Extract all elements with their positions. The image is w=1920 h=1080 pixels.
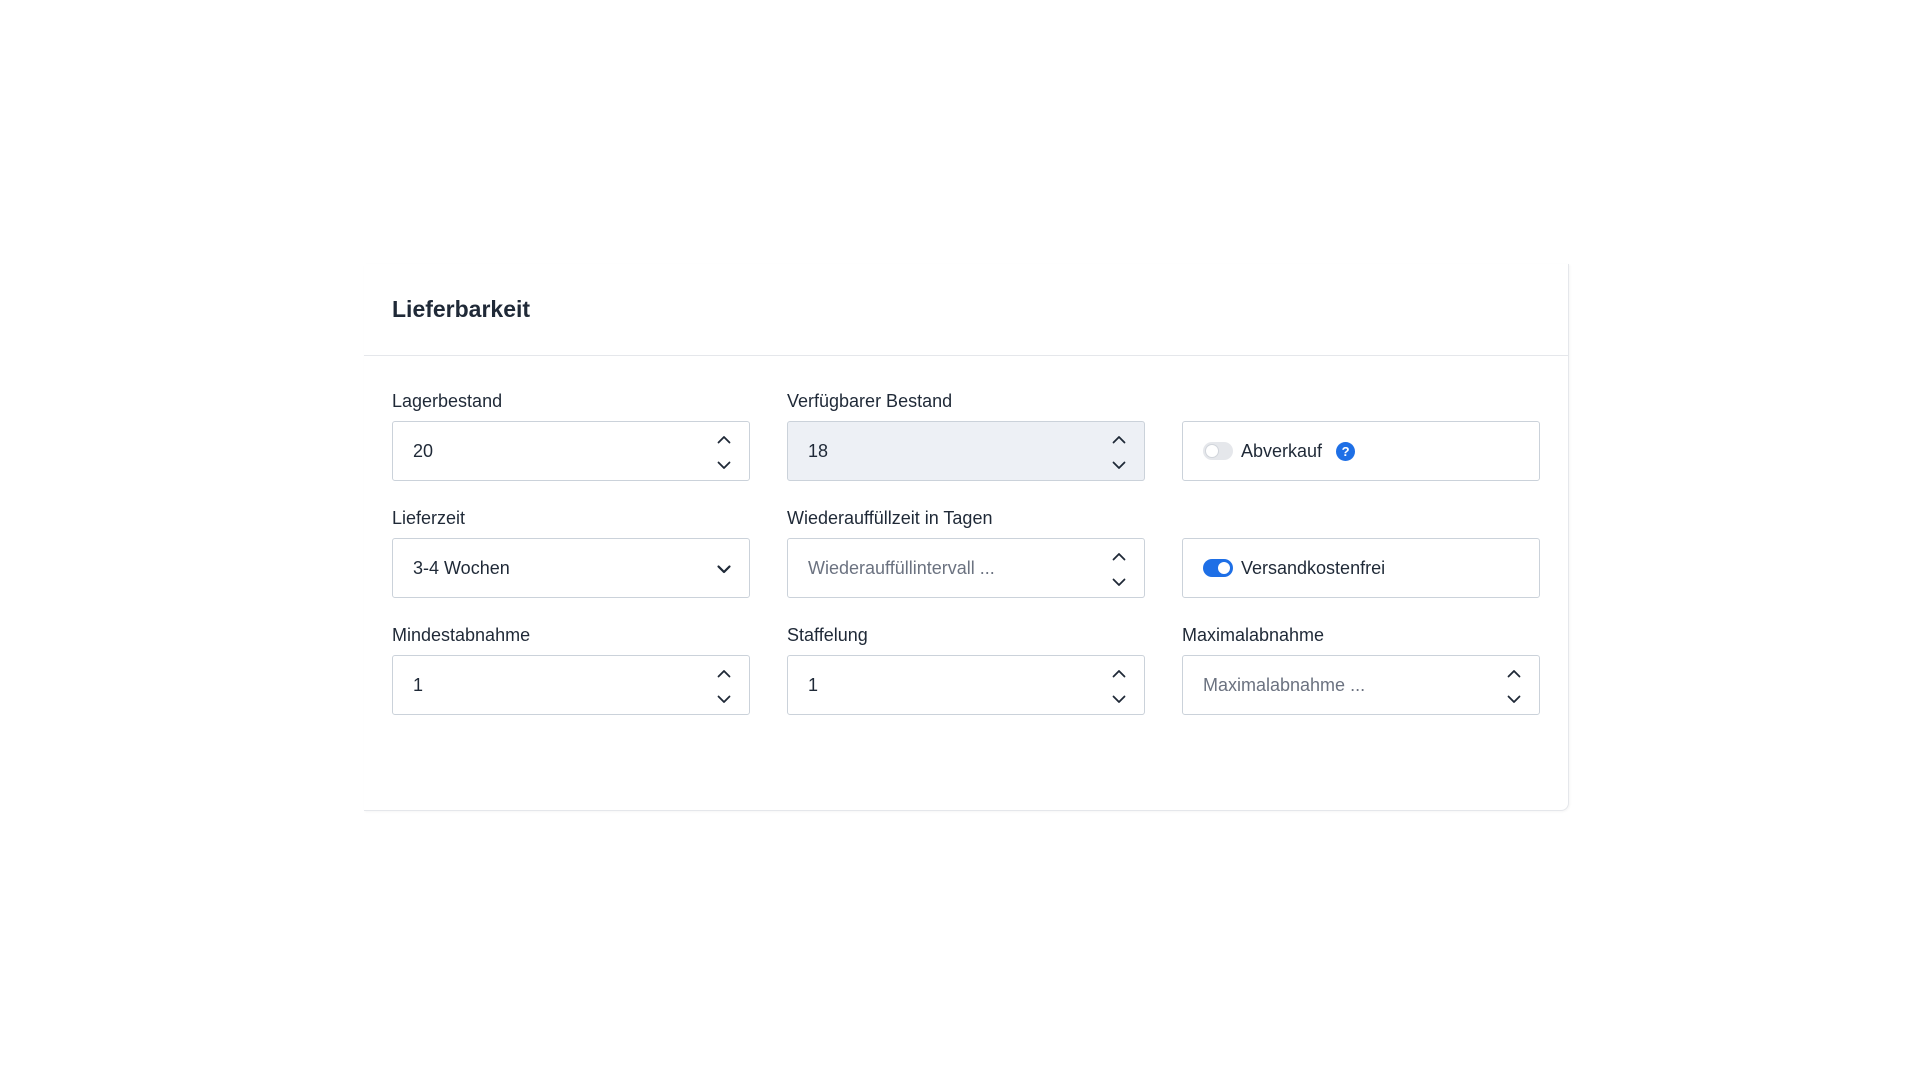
purchase-steps-input[interactable]: 1 bbox=[787, 655, 1145, 715]
chevron-down-icon[interactable] bbox=[715, 690, 733, 708]
available-stock-stepper bbox=[1110, 430, 1128, 474]
toggle-knob bbox=[1218, 562, 1230, 574]
toggle-knob bbox=[1206, 445, 1218, 457]
chevron-up-icon[interactable] bbox=[715, 430, 733, 448]
card-title: Lieferbarkeit bbox=[392, 296, 531, 322]
min-purchase-input[interactable]: 1 bbox=[392, 655, 750, 715]
free-shipping-label: Versandkostenfrei bbox=[1241, 557, 1386, 578]
stock-input[interactable]: 20 bbox=[392, 421, 750, 481]
free-shipping-field: Versandkostenfrei bbox=[1182, 507, 1540, 598]
clearance-sale-toggle[interactable] bbox=[1203, 442, 1233, 460]
restock-time-stepper bbox=[1110, 547, 1128, 591]
max-purchase-input[interactable]: Maximalabnahme ... bbox=[1182, 655, 1540, 715]
available-stock-field: Verfügbarer Bestand 18 bbox=[787, 390, 1145, 481]
purchase-steps-stepper bbox=[1110, 664, 1128, 708]
delivery-time-label: Lieferzeit bbox=[392, 508, 466, 528]
chevron-down-icon bbox=[715, 560, 733, 578]
chevron-up-icon[interactable] bbox=[1110, 664, 1128, 682]
min-purchase-field: Mindestabnahme 1 bbox=[392, 624, 750, 715]
availability-card: Lieferbarkeit Lagerbestand 20 Verfügbare… bbox=[364, 264, 1569, 811]
max-purchase-label: Maximalabnahme bbox=[1182, 625, 1325, 645]
clearance-sale-box: Abverkauf ? bbox=[1182, 421, 1540, 481]
delivery-time-value: 3-4 Wochen bbox=[413, 557, 510, 578]
available-stock-label: Verfügbarer Bestand bbox=[787, 391, 953, 411]
purchase-steps-field: Staffelung 1 bbox=[787, 624, 1145, 715]
min-purchase-value: 1 bbox=[413, 674, 424, 695]
restock-time-input[interactable]: Wiederauffüllintervall ... bbox=[787, 538, 1145, 598]
available-stock-input[interactable]: 18 bbox=[787, 421, 1145, 481]
chevron-down-icon[interactable] bbox=[715, 456, 733, 474]
stock-label: Lagerbestand bbox=[392, 391, 503, 411]
purchase-steps-label: Staffelung bbox=[787, 625, 868, 645]
clearance-sale-label: Abverkauf bbox=[1241, 440, 1323, 461]
stock-stepper bbox=[715, 430, 733, 474]
delivery-time-select[interactable]: 3-4 Wochen bbox=[392, 538, 750, 598]
clearance-sale-field: Abverkauf ? bbox=[1182, 390, 1540, 481]
chevron-up-icon[interactable] bbox=[1110, 430, 1128, 448]
max-purchase-placeholder: Maximalabnahme ... bbox=[1203, 674, 1366, 695]
chevron-up-icon[interactable] bbox=[1505, 664, 1523, 682]
stock-value: 20 bbox=[413, 440, 434, 461]
chevron-up-icon[interactable] bbox=[715, 664, 733, 682]
question-circle-icon[interactable]: ? bbox=[1336, 441, 1356, 461]
min-purchase-stepper bbox=[715, 664, 733, 708]
restock-time-placeholder: Wiederauffüllintervall ... bbox=[808, 557, 995, 578]
max-purchase-stepper bbox=[1505, 664, 1523, 708]
restock-time-field: Wiederauffüllzeit in Tagen Wiederauffüll… bbox=[787, 507, 1145, 598]
delivery-time-field: Lieferzeit 3-4 Wochen bbox=[392, 507, 750, 598]
available-stock-value: 18 bbox=[808, 440, 829, 461]
stock-field: Lagerbestand 20 bbox=[392, 390, 750, 481]
restock-time-label: Wiederauffüllzeit in Tagen bbox=[787, 508, 993, 528]
chevron-down-icon[interactable] bbox=[1110, 573, 1128, 591]
free-shipping-box: Versandkostenfrei bbox=[1182, 538, 1540, 598]
card-header: Lieferbarkeit bbox=[364, 264, 1568, 356]
min-purchase-label: Mindestabnahme bbox=[392, 625, 531, 645]
purchase-steps-value: 1 bbox=[808, 674, 819, 695]
chevron-down-icon[interactable] bbox=[1110, 456, 1128, 474]
chevron-down-icon[interactable] bbox=[1505, 690, 1523, 708]
chevron-up-icon[interactable] bbox=[1110, 547, 1128, 565]
chevron-down-icon[interactable] bbox=[1110, 690, 1128, 708]
max-purchase-field: Maximalabnahme Maximalabnahme ... bbox=[1182, 624, 1540, 715]
free-shipping-toggle[interactable] bbox=[1203, 559, 1233, 577]
availability-form: Lagerbestand 20 Verfügbarer Bestand 18 A… bbox=[392, 390, 1542, 715]
